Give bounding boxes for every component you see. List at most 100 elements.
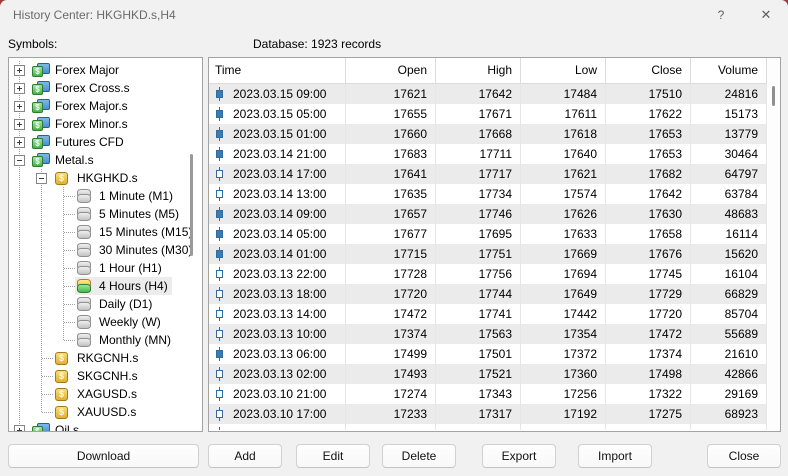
export-button[interactable]: Export: [482, 444, 556, 468]
tree-item-hkghkd-s[interactable]: $HKGHKD.s: [9, 169, 202, 187]
tree-item-forex-major[interactable]: $Forex Major: [9, 61, 202, 79]
table-header-row: TimeOpenHighLowCloseVolume: [209, 58, 767, 84]
tree-item-tf-w[interactable]: Weekly (W): [9, 313, 202, 331]
database-records-label: Database: 1923 records: [253, 37, 381, 51]
tree-guide: [31, 349, 53, 367]
tree-scrollbar-thumb[interactable]: [190, 154, 193, 256]
expander-plus-icon[interactable]: [9, 61, 31, 79]
tree-item-tf-m5[interactable]: 5 Minutes (M5): [9, 205, 202, 223]
table-row[interactable]: 2023.03.10 17:00172331731717192172756892…: [209, 404, 767, 424]
download-button[interactable]: Download: [8, 444, 199, 468]
tree-item-forex-cross-s[interactable]: $Forex Cross.s: [9, 79, 202, 97]
table-row[interactable]: 2023.03.15 05:00176551767117611176221517…: [209, 104, 767, 124]
table-row[interactable]: 2023.03.14 13:00176351773417574176426378…: [209, 184, 767, 204]
tree-guide: [53, 331, 75, 349]
table-row[interactable]: 2023.03.14 01:00177151775117669176761562…: [209, 244, 767, 264]
table-rows: 2023.03.15 09:00176211764217484175102481…: [209, 84, 767, 430]
table-row[interactable]: 2023.03.13 10:00173741756317354174725568…: [209, 324, 767, 344]
tree-item-futures-cfd[interactable]: $Futures CFD: [9, 133, 202, 151]
table-scrollbar-thumb[interactable]: [772, 86, 775, 106]
tree-guide: [53, 241, 75, 259]
tree-item-skgcnh-s[interactable]: $SKGCNH.s: [9, 367, 202, 385]
high-cell: 17501: [436, 344, 521, 364]
table-row[interactable]: 2023.03.14 17:00176411771717621176826479…: [209, 164, 767, 184]
open-cell: 17274: [346, 384, 436, 404]
close-cell: 17745: [606, 264, 691, 284]
symbol-icon: $: [54, 387, 72, 401]
column-header-close: Close: [606, 58, 691, 84]
tree-item-forex-major-s[interactable]: $Forex Major.s: [9, 97, 202, 115]
expander-plus-icon[interactable]: [9, 79, 31, 97]
table-row[interactable]: 2023.03.14 09:00176571774617626176304868…: [209, 204, 767, 224]
edit-button[interactable]: Edit: [296, 444, 370, 468]
expander-minus-icon[interactable]: [31, 169, 53, 187]
time-cell: 2023.03.14 21:00: [209, 144, 346, 164]
tree-guide: [9, 187, 31, 205]
tree-item-tf-h4[interactable]: 4 Hours (H4): [9, 277, 202, 295]
tf-icon: [76, 279, 94, 293]
time-cell: 2023.03.13 02:00: [209, 364, 346, 384]
tree-item-rkgcnh-s[interactable]: $RKGCNH.s: [9, 349, 202, 367]
add-button[interactable]: Add: [208, 444, 282, 468]
close-cell: 17275: [606, 404, 691, 424]
folder-icon: $: [32, 153, 50, 167]
table-row[interactable]: 2023.03.13 06:00174991750117372173742161…: [209, 344, 767, 364]
low-cell: 17611: [521, 104, 606, 124]
time-cell: 2023.03.15 05:00: [209, 104, 346, 124]
volume-cell: 16114: [691, 224, 767, 244]
high-cell: 17751: [436, 244, 521, 264]
tree-item-metal-s[interactable]: $ Metal.s: [9, 151, 202, 169]
tree-item-label: Oil.s: [55, 423, 79, 432]
tree-item-tf-m30[interactable]: 30 Minutes (M30): [9, 241, 202, 259]
tree-item-xagusd-s[interactable]: $ XAGUSD.s: [9, 385, 202, 403]
tree-item-label: Metal.s: [55, 153, 94, 167]
table-row[interactable]: 2023.03.15 01:00176601766817618176531377…: [209, 124, 767, 144]
table-row[interactable]: 2023.03.13 14:00174721774117442177208570…: [209, 304, 767, 324]
delete-button[interactable]: Delete: [382, 444, 456, 468]
tree-item-tf-d1[interactable]: Daily (D1): [9, 295, 202, 313]
import-button[interactable]: Import: [578, 444, 652, 468]
close-button[interactable]: Close: [707, 444, 781, 468]
tree-item-tf-m15[interactable]: 15 Minutes (M15): [9, 223, 202, 241]
title-bar: History Center: HKGHKD.s,H4 ? ✕: [0, 0, 788, 30]
table-row[interactable]: 2023.03.10 21:00172741734317256173222916…: [209, 384, 767, 404]
tree-guide: [31, 241, 53, 259]
table-row[interactable]: 2023.03.14 21:00176831771117640176533046…: [209, 144, 767, 164]
help-icon[interactable]: ?: [708, 0, 734, 30]
open-cell: 17641: [346, 164, 436, 184]
tree-item-oil-s[interactable]: $Oil.s: [9, 421, 202, 432]
tree-item-xauusd-s[interactable]: $XAUUSD.s: [9, 403, 202, 421]
table-row-partial[interactable]: [209, 424, 767, 430]
tree-item-tf-h1[interactable]: 1 Hour (H1): [9, 259, 202, 277]
high-cell: 17317: [436, 404, 521, 424]
table-row[interactable]: 2023.03.13 22:00177281775617694177451610…: [209, 264, 767, 284]
expander-plus-icon[interactable]: [9, 115, 31, 133]
tree-guide: [53, 223, 75, 241]
tree-item-tf-m1[interactable]: 1 Minute (M1): [9, 187, 202, 205]
tree-item-forex-minor-s[interactable]: $Forex Minor.s: [9, 115, 202, 133]
expander-minus-icon[interactable]: [9, 151, 31, 169]
symbol-icon: $: [54, 369, 72, 383]
tree-item-label: XAGUSD.s: [77, 387, 137, 401]
volume-cell: 24816: [691, 84, 767, 104]
table-row[interactable]: 2023.03.15 09:00176211764217484175102481…: [209, 84, 767, 104]
table-row[interactable]: 2023.03.14 05:00176771769517633176581611…: [209, 224, 767, 244]
tree-guide: [9, 313, 31, 331]
tree-item-label: HKGHKD.s: [77, 171, 138, 185]
expander-plus-icon[interactable]: [9, 133, 31, 151]
expander-plus-icon[interactable]: [9, 421, 31, 432]
table-scrollbar[interactable]: [767, 58, 780, 431]
time-cell: 2023.03.15 09:00: [209, 84, 346, 104]
tree-guide: [31, 259, 53, 277]
expander-plus-icon[interactable]: [9, 97, 31, 115]
close-icon[interactable]: ✕: [752, 0, 780, 30]
table-row[interactable]: 2023.03.13 18:00177201774417649177296682…: [209, 284, 767, 304]
history-table: TimeOpenHighLowCloseVolume 2023.03.15 09…: [209, 58, 767, 431]
time-cell: [209, 424, 346, 430]
tree-item-tf-mn[interactable]: Monthly (MN): [9, 331, 202, 349]
tree-guide: [53, 205, 75, 223]
column-header-volume: Volume: [691, 58, 767, 84]
volume-cell: 21610: [691, 344, 767, 364]
column-header-high: High: [436, 58, 521, 84]
table-row[interactable]: 2023.03.13 02:00174931752117360174984286…: [209, 364, 767, 384]
